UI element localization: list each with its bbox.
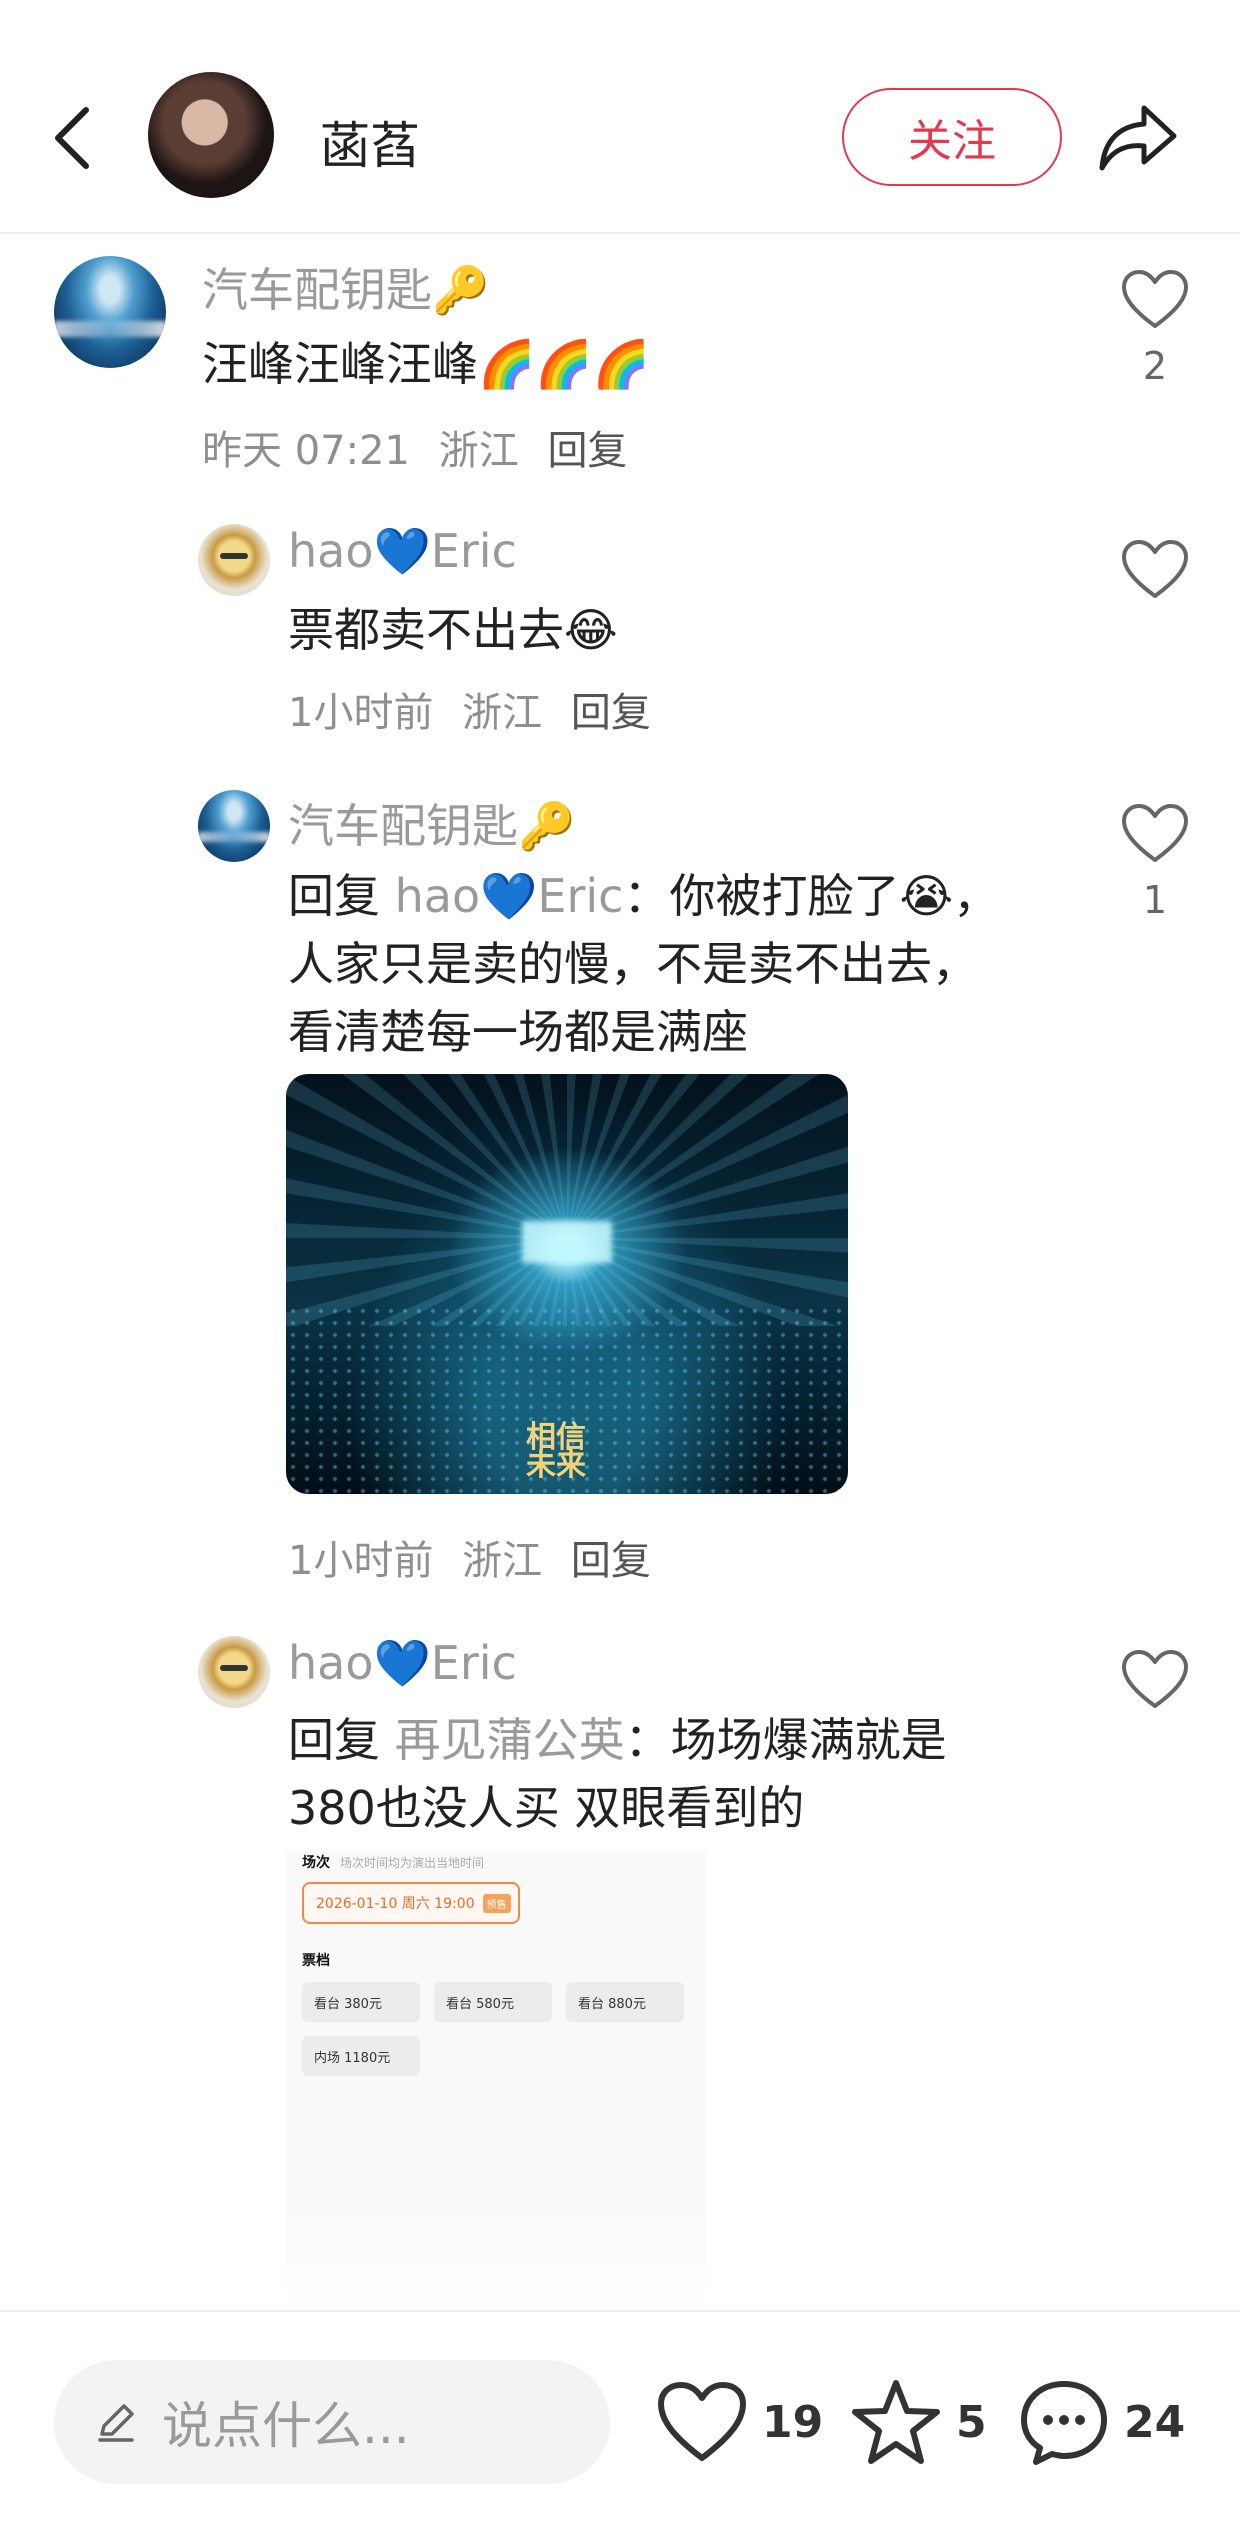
comment-text: 汪峰汪峰汪峰🌈🌈🌈 [202, 337, 650, 391]
ticket-presale-tag: 预售 [482, 1893, 511, 1913]
ticket-section-label: 场次 [302, 1855, 330, 1871]
commenter-avatar[interactable] [198, 790, 270, 862]
comment-text: 票都卖不出去😂 [288, 603, 618, 657]
comment-meta: 昨天 07:21 浙江 回复 [202, 418, 627, 476]
comment-text-line: ：场场爆满就是 [624, 1713, 947, 1767]
comment-image-concert[interactable]: 相信未来 [286, 1074, 848, 1494]
ticket-price-title: 票档 [302, 1953, 330, 1969]
chat-bubble-icon [1021, 2381, 1107, 2465]
author-name[interactable]: 菡萏 [320, 106, 420, 178]
pencil-icon [98, 2404, 134, 2442]
comment-time: 1小时前 [288, 690, 434, 736]
author-avatar[interactable] [148, 72, 274, 198]
image-watermark: 相信未来 [526, 1420, 586, 1483]
ticket-price-option: 看台 580元 [434, 1982, 552, 2022]
like-count: 19 [762, 2396, 824, 2448]
comment-time: 昨天 07:21 [202, 428, 410, 474]
reply-button[interactable]: 回复 [571, 1538, 651, 1584]
comment-button[interactable]: 24 [1018, 2374, 1185, 2470]
bottom-action-bar: 说点什么... 19 5 24 [0, 2310, 1240, 2526]
comment-like-button[interactable] [1120, 1648, 1190, 1712]
back-button[interactable] [44, 98, 104, 178]
star-icon [852, 2380, 940, 2464]
share-button[interactable] [1096, 100, 1180, 176]
comment-like-count: 1 [1142, 878, 1168, 922]
ticket-date-option: 2026-01-10 周六 19:00 预售 [302, 1882, 520, 1924]
comment-text: 回复 hao💙Eric：你被打脸了😭， [288, 862, 999, 930]
comment-time: 1小时前 [288, 1538, 434, 1584]
heart-icon [1122, 270, 1188, 328]
comment-text-line: 380也没人买 双眼看到的 [288, 1781, 805, 1835]
comment-location: 浙江 [462, 1538, 543, 1584]
comment-like-count: 2 [1142, 344, 1168, 388]
comment-count: 24 [1124, 2396, 1186, 2448]
reply-target-user[interactable]: hao💙Eric [395, 869, 624, 923]
commenter-name[interactable]: 汽车配钥匙🔑 [288, 790, 575, 856]
favorite-count: 5 [956, 2396, 987, 2448]
comment-input[interactable]: 说点什么... [54, 2360, 610, 2484]
comment-meta: 1小时前 浙江 回复 [288, 1528, 651, 1586]
comment-input-placeholder: 说点什么... [162, 2397, 410, 2455]
comment-like-button[interactable] [1120, 538, 1190, 602]
reply-prefix: 回复 [288, 1713, 380, 1767]
ticket-section-sub: 场次时间均为演出当地时间 [340, 1856, 485, 1870]
follow-button[interactable]: 关注 [842, 88, 1062, 186]
ticket-price-option: 看台 880元 [566, 1982, 684, 2022]
commenter-avatar[interactable] [198, 1636, 270, 1708]
comment-text: 回复 再见蒲公英：场场爆满就是 [288, 1706, 947, 1774]
chevron-left-icon [55, 107, 89, 169]
stage-glow [522, 1221, 612, 1263]
like-button[interactable]: 19 [656, 2374, 823, 2470]
reply-button[interactable]: 回复 [571, 690, 651, 736]
reply-target-user[interactable]: 再见蒲公英 [395, 1713, 625, 1767]
favorite-button[interactable]: 5 [850, 2374, 987, 2470]
commenter-avatar[interactable] [54, 256, 166, 368]
ticket-price-option: 内场 1180元 [302, 2036, 420, 2076]
comment-like-button[interactable] [1120, 802, 1190, 866]
commenter-name[interactable]: 汽车配钥匙🔑 [202, 254, 489, 320]
comment-text-line: 人家只是卖的慢，不是卖不出去， [288, 937, 978, 991]
comment-text-line: ：你被打脸了😭， [623, 869, 1000, 923]
ticket-date: 2026-01-10 周六 19:00 [316, 1896, 475, 1912]
comment-image-ticket-screenshot[interactable]: 场次 场次时间均为演出当地时间 2026-01-10 周六 19:00 预售 票档… [286, 1852, 706, 2322]
ticket-section-title: 场次 场次时间均为演出当地时间 [302, 1852, 484, 1872]
heart-icon [1122, 804, 1188, 862]
comment-like-button[interactable] [1120, 268, 1190, 332]
heart-icon [658, 2382, 746, 2461]
heart-icon [1122, 1650, 1188, 1708]
commenter-name[interactable]: hao💙Eric [288, 524, 517, 579]
light-rays [286, 1074, 848, 1326]
commenter-avatar[interactable] [198, 524, 270, 596]
ticket-price-option: 看台 380元 [302, 1982, 420, 2022]
reply-button[interactable]: 回复 [547, 428, 627, 474]
reply-prefix: 回复 [288, 869, 380, 923]
comment-meta: 1小时前 浙江 回复 [288, 680, 651, 738]
comment-location: 浙江 [438, 428, 519, 474]
comment-text-line: 看清楚每一场都是满座 [288, 1005, 748, 1059]
top-bar: 菡萏 关注 [0, 0, 1240, 234]
comment-location: 浙江 [462, 690, 543, 736]
heart-icon [1122, 540, 1188, 598]
share-icon [1099, 105, 1177, 171]
commenter-name[interactable]: hao💙Eric [288, 1636, 517, 1691]
